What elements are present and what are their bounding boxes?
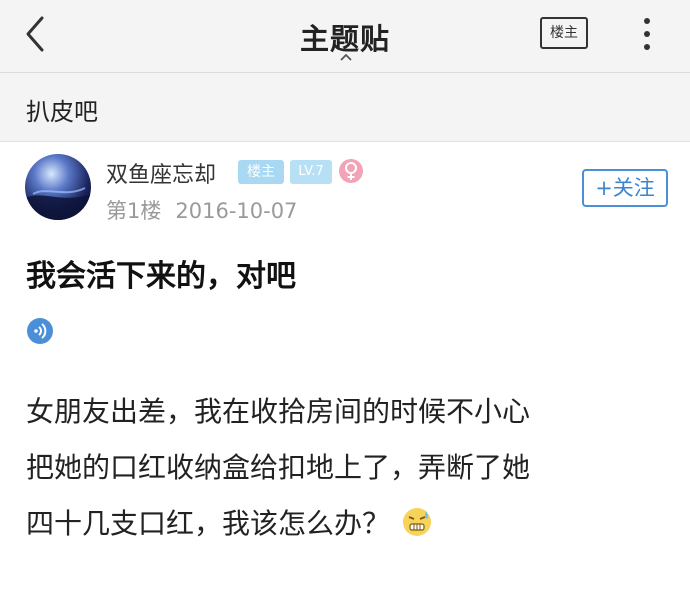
post-meta: 第1楼 2016-10-07 [106, 195, 297, 225]
post-body-line: 女朋友出差，我在收拾房间的时候不小心 [26, 395, 531, 428]
level-badge: LV.7 [290, 160, 332, 184]
post-body: 女朋友出差，我在收拾房间的时候不小心 把她的口红收纳盒给扣地上了，弄断了她 四十… [26, 384, 666, 552]
post-body-line: 四十几支口红，我该怎么办？ [26, 507, 391, 540]
author-name[interactable]: 双鱼座忘却 [106, 157, 216, 189]
avatar[interactable] [25, 154, 91, 220]
cold-sweat-emoji-icon [403, 508, 432, 536]
more-dot-icon [644, 44, 650, 50]
op-badge: 楼主 [238, 160, 284, 184]
more-dot-icon [644, 31, 650, 37]
only-op-button[interactable]: 楼主 [540, 17, 588, 49]
chevron-up-icon[interactable] [339, 52, 353, 62]
post-body-last-line: 四十几支口红，我该怎么办？ [26, 496, 666, 552]
post-date: 2016-10-07 [175, 199, 298, 223]
top-nav-bar: 主题贴 楼主 [0, 0, 690, 73]
voice-icon[interactable] [26, 317, 54, 345]
forum-name[interactable]: 扒皮吧 [26, 92, 98, 127]
post-title: 我会活下来的，对吧 [26, 259, 296, 294]
forum-bar[interactable]: 扒皮吧 [0, 73, 690, 142]
more-menu-button[interactable] [632, 14, 662, 54]
floor-number: 第1楼 [106, 199, 162, 223]
female-icon [339, 159, 363, 183]
post-body-line: 把她的口红收纳盒给扣地上了，弄断了她 [26, 451, 531, 484]
follow-button[interactable]: +关注 [582, 169, 668, 207]
avatar-image [25, 154, 91, 220]
more-dot-icon [644, 18, 650, 24]
